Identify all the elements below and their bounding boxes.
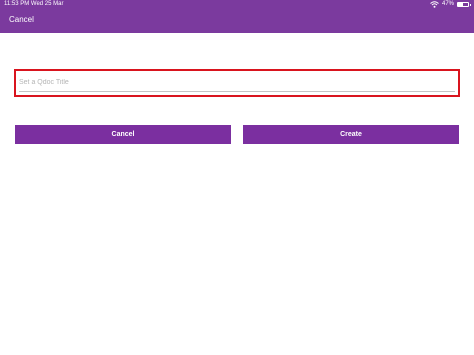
status-indicators: 47% xyxy=(430,0,471,9)
battery-icon xyxy=(457,2,471,7)
cancel-button[interactable]: Cancel xyxy=(15,125,231,144)
battery-percent: 47% xyxy=(441,1,454,7)
status-bar: 11:53 PM Wed 25 Mar 47% xyxy=(0,0,474,10)
title-field-highlight xyxy=(14,69,460,97)
wifi-icon xyxy=(430,1,439,8)
create-button[interactable]: Create xyxy=(243,125,459,144)
status-time-date: 11:53 PM Wed 25 Mar xyxy=(4,1,64,7)
app-header: 11:53 PM Wed 25 Mar 47% Cancel xyxy=(0,0,474,33)
page: 11:53 PM Wed 25 Mar 47% Cancel Cancel Cr… xyxy=(0,0,474,355)
nav-cancel-button[interactable]: Cancel xyxy=(9,15,34,25)
battery-fill xyxy=(458,3,463,6)
qdoc-title-input[interactable] xyxy=(19,74,455,92)
battery-tip xyxy=(470,4,471,6)
